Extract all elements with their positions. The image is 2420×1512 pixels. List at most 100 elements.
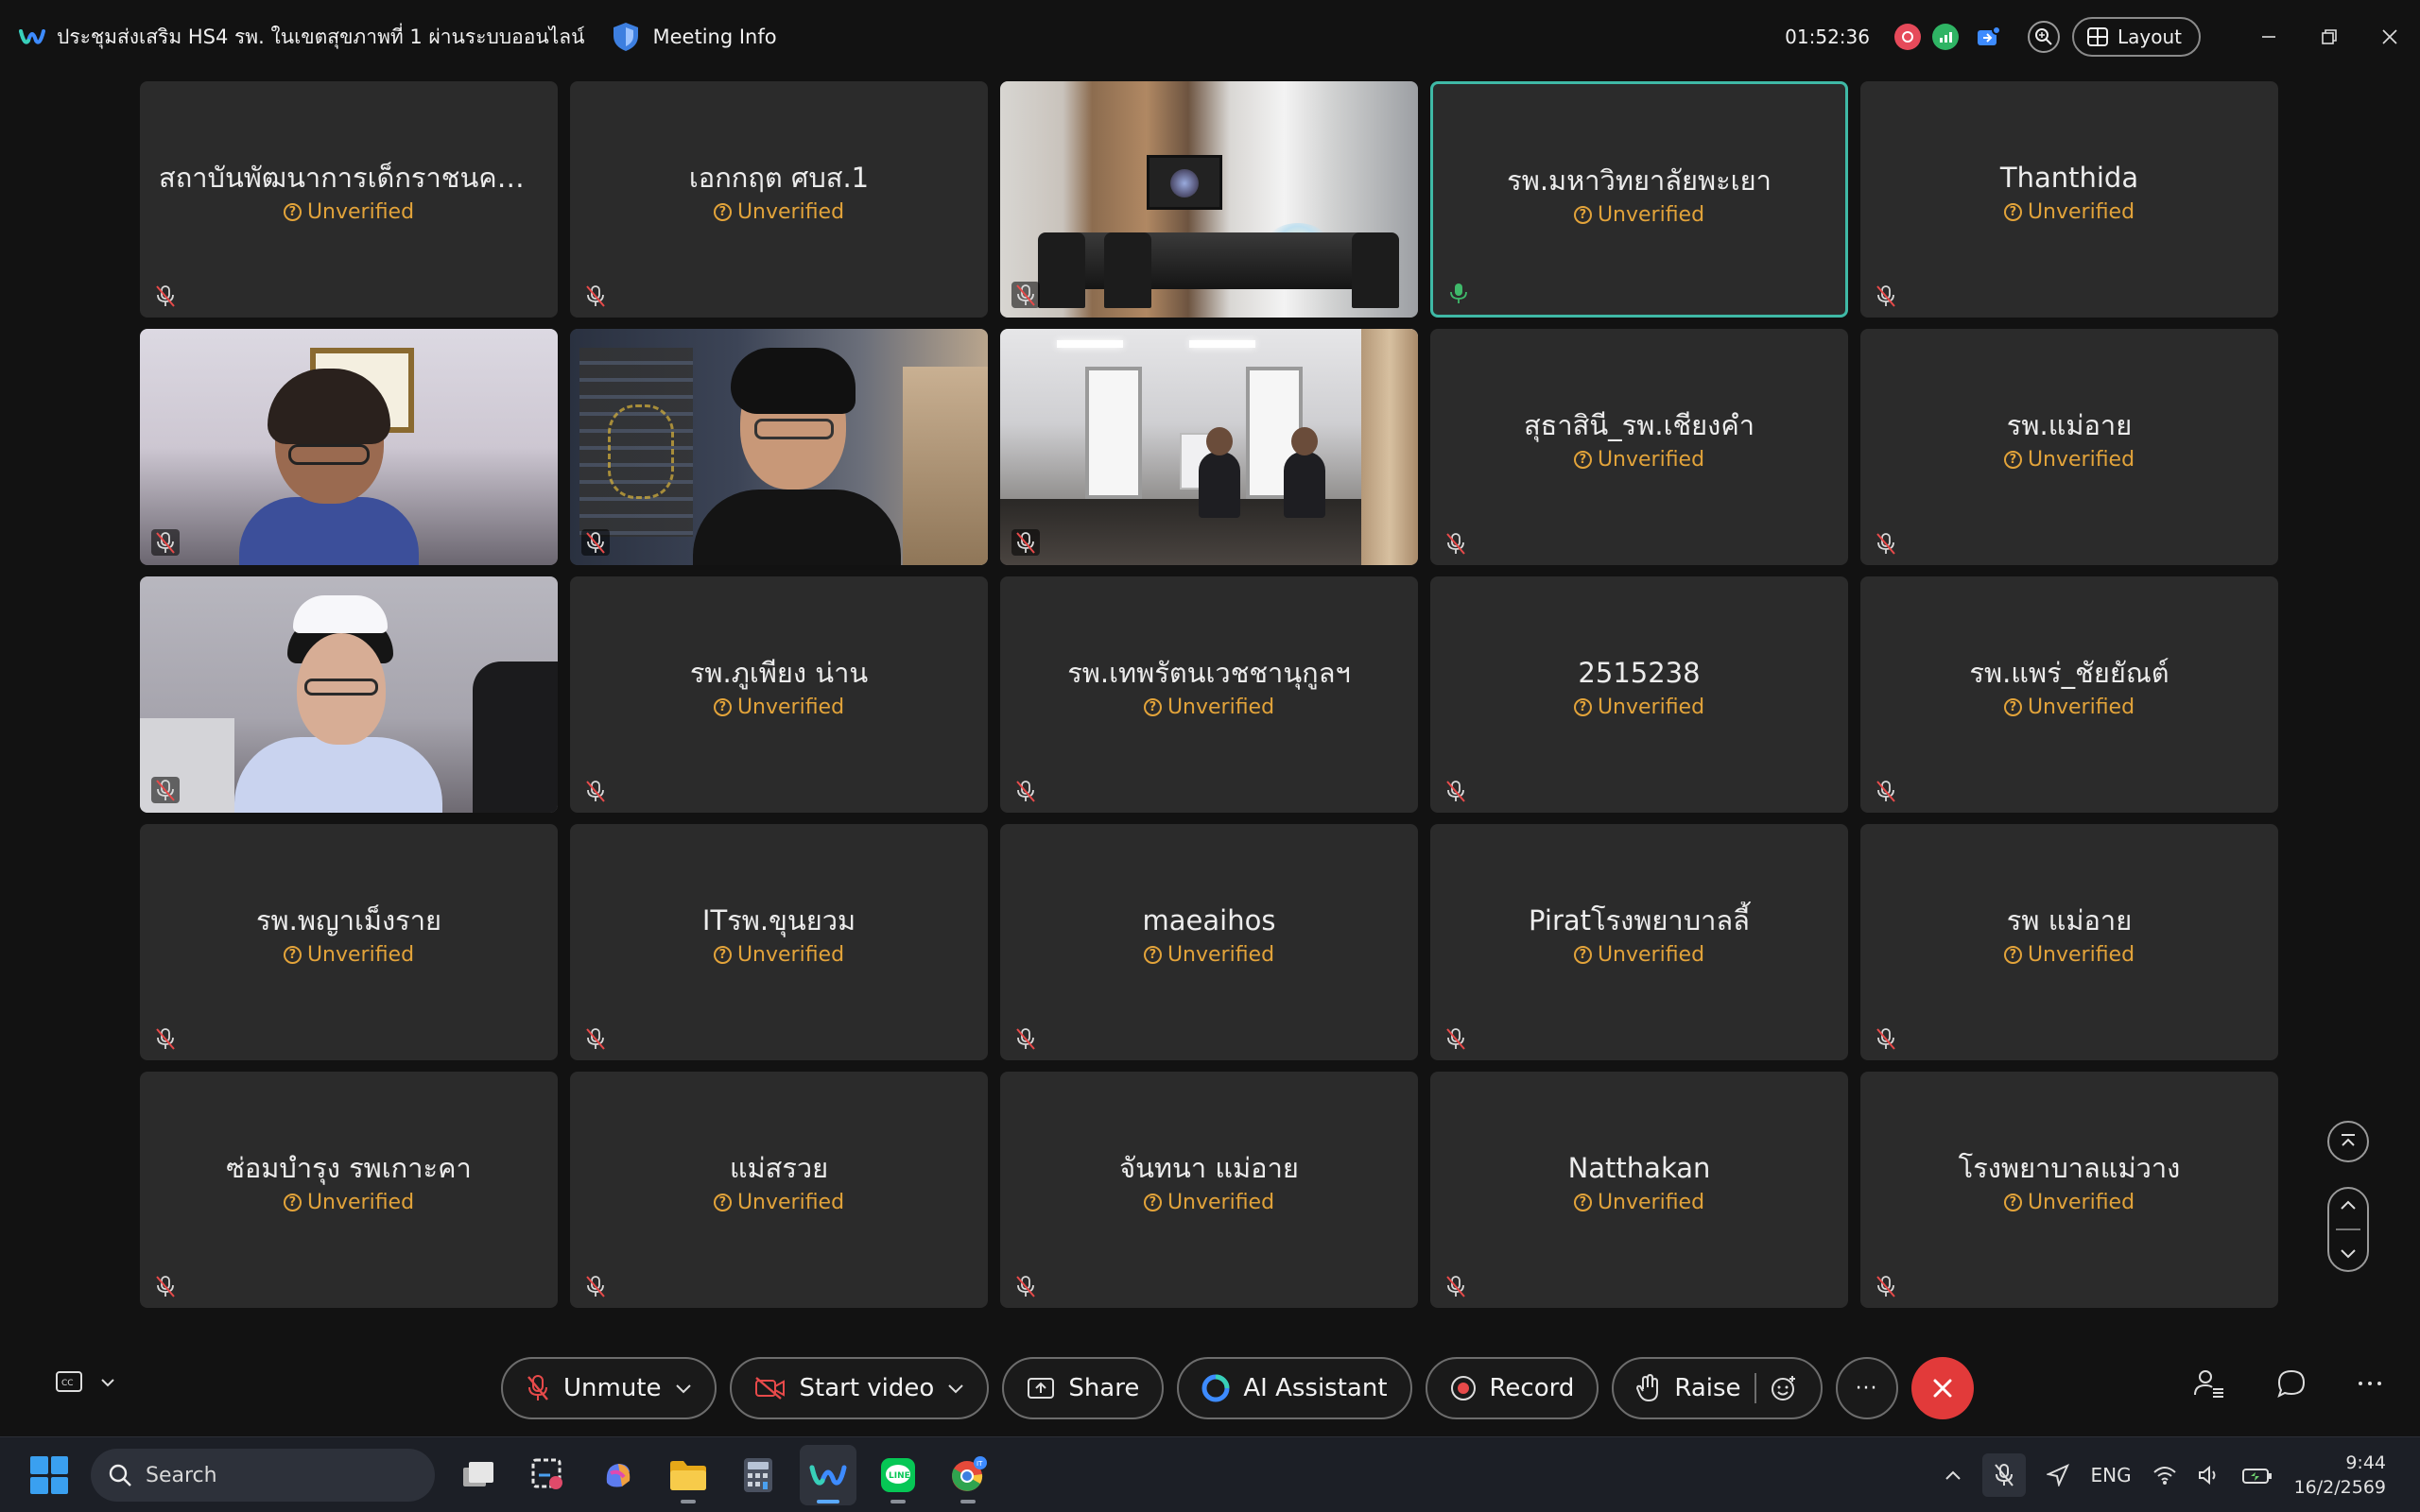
participant-tile[interactable]: สุธาสินี_รพ.เชียงคำ ? Unverified xyxy=(1430,329,1848,565)
running-indicator xyxy=(890,1500,906,1503)
participant-tile[interactable]: Thanthida ? Unverified xyxy=(1860,81,2278,318)
participant-video-tile[interactable] xyxy=(1000,329,1418,565)
more-label: ··· xyxy=(1855,1376,1878,1400)
question-circle-icon: ? xyxy=(1573,1194,1592,1211)
language-indicator[interactable]: ENG xyxy=(2090,1464,2131,1486)
participant-tile[interactable]: สถาบันพัฒนาการเด็กราชนครินทร์ ? Unverifi… xyxy=(140,81,558,318)
start-video-button[interactable]: Start video xyxy=(729,1357,990,1419)
mic-muted-tray-icon[interactable] xyxy=(1982,1453,2027,1497)
end-call-button[interactable] xyxy=(1910,1357,1974,1419)
unverified-label: Unverified xyxy=(306,943,415,967)
meeting-info-label: Meeting Info xyxy=(652,26,777,48)
clock[interactable]: 9:44 16/2/2569 xyxy=(2294,1451,2386,1500)
participant-info: รพ.ภูเพียง น่าน ? Unverified xyxy=(570,654,988,719)
share-screen-icon xyxy=(1028,1378,1055,1399)
unverified-label: Unverified xyxy=(1597,1191,1705,1214)
participant-tile[interactable]: รพ.มหาวิทยาลัยพะเยา ? Unverified xyxy=(1430,81,1848,318)
reactions-icon[interactable] xyxy=(1770,1374,1798,1402)
meeting-info-button[interactable]: Meeting Info xyxy=(612,22,777,52)
question-circle-icon: ? xyxy=(1573,451,1592,469)
ai-assistant-button[interactable]: AI Assistant xyxy=(1177,1357,1412,1419)
participant-tile[interactable]: maeaihos ? Unverified xyxy=(1000,824,1418,1060)
raise-hand-button[interactable]: Raise xyxy=(1612,1357,1823,1419)
participant-tile[interactable]: ซ่อมบำรุง รพเกาะคา ? Unverified xyxy=(140,1072,558,1308)
chrome-app[interactable]: IT xyxy=(940,1445,996,1505)
network-status-icon[interactable] xyxy=(1932,24,1959,50)
line-app[interactable]: LINE xyxy=(870,1445,926,1505)
participant-name: แม่สรวย xyxy=(729,1152,829,1184)
layout-button[interactable]: Layout xyxy=(2072,17,2201,57)
participant-tile[interactable]: รพ.พญาเม็งราย ? Unverified xyxy=(140,824,558,1060)
unverified-badge: ? Unverified xyxy=(713,200,844,224)
question-circle-icon: ? xyxy=(283,1194,302,1211)
restore-button[interactable] xyxy=(2299,0,2360,74)
participant-video-tile[interactable] xyxy=(140,576,558,813)
ai-assistant-label: AI Assistant xyxy=(1243,1374,1388,1402)
snipping-tool-app[interactable] xyxy=(520,1445,577,1505)
microphone-muted-icon xyxy=(583,1026,608,1051)
location-icon[interactable] xyxy=(2047,1464,2070,1486)
unmute-button[interactable]: Unmute xyxy=(501,1357,717,1419)
more-options-button[interactable]: ··· xyxy=(1835,1357,1898,1419)
participant-tile[interactable]: เอกกฤต ศบส.1 ? Unverified xyxy=(570,81,988,318)
windows-taskbar: Search LINE IT ENG 9:44 16/2/2569 xyxy=(0,1436,2420,1512)
wifi-icon[interactable] xyxy=(2152,1465,2177,1486)
calculator-icon xyxy=(744,1458,772,1492)
webex-app[interactable] xyxy=(800,1445,856,1505)
participant-video-tile[interactable] xyxy=(140,329,558,565)
clock-time: 9:44 xyxy=(2345,1452,2386,1473)
share-screen-status-icon[interactable] xyxy=(1970,18,2008,56)
participant-tile[interactable]: จันทนา แม่อาย ? Unverified xyxy=(1000,1072,1418,1308)
taskbar-search[interactable]: Search xyxy=(91,1449,435,1502)
participants-icon[interactable] xyxy=(2193,1368,2225,1399)
participant-tile[interactable]: ITรพ.ขุนยวม ? Unverified xyxy=(570,824,988,1060)
copilot-app[interactable] xyxy=(590,1445,647,1505)
scroll-to-top-button[interactable] xyxy=(2327,1121,2369,1162)
more-horizontal-icon[interactable] xyxy=(2358,1380,2382,1387)
participant-info: ซ่อมบำรุง รพเกาะคา ? Unverified xyxy=(140,1149,558,1214)
minimize-button[interactable] xyxy=(2238,0,2299,74)
volume-icon[interactable] xyxy=(2198,1465,2221,1486)
meeting-timer: 01:52:36 xyxy=(1785,26,1870,48)
share-button[interactable]: Share xyxy=(1002,1357,1165,1419)
unverified-label: Unverified xyxy=(2027,943,2135,967)
captions-button[interactable]: CC xyxy=(55,1370,115,1395)
close-window-button[interactable] xyxy=(2360,0,2420,74)
microphone-muted-icon xyxy=(1013,779,1038,803)
scroll-up-button[interactable] xyxy=(2337,1195,2360,1214)
participant-tile[interactable]: Piratโรงพยาบาลลี้ ? Unverified xyxy=(1430,824,1848,1060)
participant-tile[interactable]: รพ.แม่อาย ? Unverified xyxy=(1860,329,2278,565)
participant-tile[interactable]: 2515238 ? Unverified xyxy=(1430,576,1848,813)
participant-tile[interactable]: รพ.ภูเพียง น่าน ? Unverified xyxy=(570,576,988,813)
microphone-muted-icon xyxy=(1011,282,1040,308)
participant-name: สุธาสินี_รพ.เชียงคำ xyxy=(1523,409,1755,441)
participant-tile[interactable]: Natthakan ? Unverified xyxy=(1430,1072,1848,1308)
calculator-app[interactable] xyxy=(730,1445,786,1505)
chevron-down-icon[interactable] xyxy=(675,1383,692,1394)
question-circle-icon: ? xyxy=(713,698,732,716)
participant-video-tile[interactable] xyxy=(1000,81,1418,318)
start-button[interactable] xyxy=(30,1456,68,1494)
close-icon xyxy=(1933,1379,1952,1398)
unverified-label: Unverified xyxy=(1597,203,1705,227)
zoom-icon[interactable] xyxy=(2025,18,2063,56)
participant-video-tile[interactable] xyxy=(570,329,988,565)
participant-tile[interactable]: รพ.แพร่_ชัยยัณต์ ? Unverified xyxy=(1860,576,2278,813)
task-view-icon xyxy=(463,1462,493,1486)
record-button[interactable]: Record xyxy=(1425,1357,1599,1419)
participant-tile[interactable]: รพ แม่อาย ? Unverified xyxy=(1860,824,2278,1060)
participant-tile[interactable]: รพ.เทพรัตนเวชชานุกูลฯ ? Unverified xyxy=(1000,576,1418,813)
participant-video xyxy=(140,576,558,813)
participant-tile[interactable]: แม่สรวย ? Unverified xyxy=(570,1072,988,1308)
chevron-down-icon[interactable] xyxy=(947,1383,964,1394)
scroll-down-button[interactable] xyxy=(2337,1245,2360,1263)
file-explorer-app[interactable] xyxy=(660,1445,717,1505)
participant-tile[interactable]: โรงพยาบาลแม่วาง ? Unverified xyxy=(1860,1072,2278,1308)
chat-icon[interactable] xyxy=(2276,1368,2307,1399)
recording-status-icon[interactable] xyxy=(1894,24,1921,50)
participant-info: maeaihos ? Unverified xyxy=(1000,902,1418,967)
layout-label: Layout xyxy=(2118,26,2182,48)
battery-icon[interactable] xyxy=(2241,1465,2273,1486)
chevron-up-icon[interactable] xyxy=(1945,1469,1962,1481)
task-view-app[interactable] xyxy=(450,1445,507,1505)
